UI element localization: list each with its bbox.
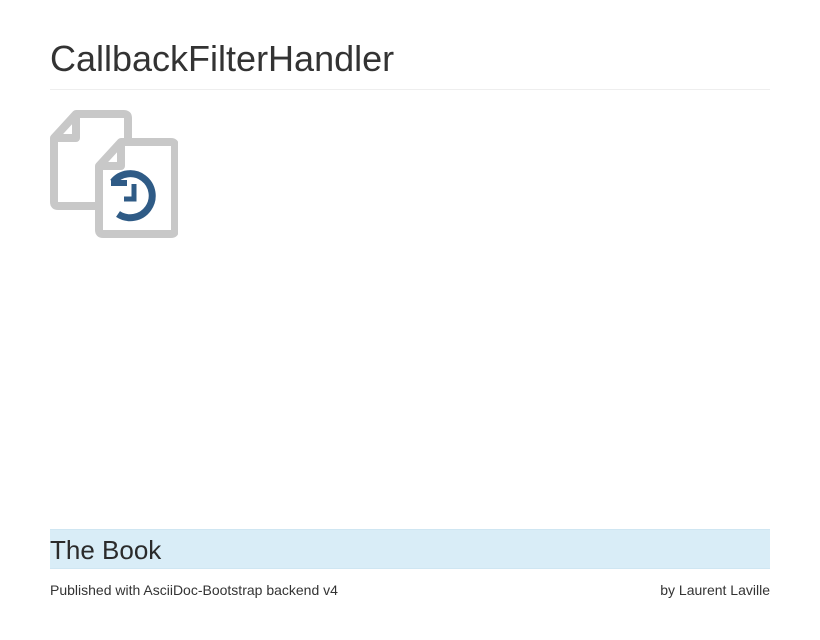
published-with-text: Published with AsciiDoc-Bootstrap backen… <box>50 582 338 598</box>
title-divider <box>50 89 770 90</box>
footer: Published with AsciiDoc-Bootstrap backen… <box>50 581 770 599</box>
book-banner[interactable]: The Book <box>50 529 770 569</box>
book-banner-label: The Book <box>50 535 162 565</box>
page-title: CallbackFilterHandler <box>50 38 395 79</box>
documents-sync-icon <box>50 110 179 238</box>
author-credit: by Laurent Laville <box>660 582 770 598</box>
